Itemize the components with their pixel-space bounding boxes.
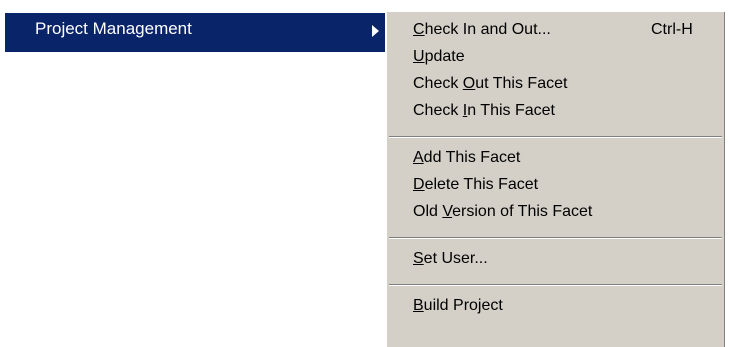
project-management-submenu: Check In and Out... Ctrl-H Update Check … (386, 11, 725, 347)
submenu-arrow-icon (372, 25, 379, 37)
menu-item-check-in-this-facet[interactable]: Check In This Facet (387, 99, 724, 126)
menu-item-delete-this-facet[interactable]: Delete This Facet (387, 173, 724, 200)
menu-item-build-project[interactable]: Build Project (387, 294, 724, 321)
menu-item-update[interactable]: Update (387, 45, 724, 72)
menu-separator (389, 284, 722, 286)
menu-item-label: Check In This Facet (413, 102, 555, 119)
menu-item-label: Delete This Facet (413, 176, 539, 193)
menu-item-shortcut: Ctrl-H (651, 21, 693, 38)
menu-separator (389, 237, 722, 239)
menu-item-label: Build Project (413, 297, 503, 314)
menu-item-check-in-and-out[interactable]: Check In and Out... Ctrl-H (387, 18, 724, 45)
menu-item-project-management[interactable]: Project Management (5, 13, 385, 52)
menu-item-add-this-facet[interactable]: Add This Facet (387, 146, 724, 173)
menu-item-label: Old Version of This Facet (413, 203, 593, 220)
menu-item-old-version-of-this-facet[interactable]: Old Version of This Facet (387, 200, 724, 227)
menu-item-label: Update (413, 48, 465, 65)
menu-item-set-user[interactable]: Set User... (387, 247, 724, 274)
menu-item-label: Set User... (413, 250, 488, 267)
menu-item-label: Check In and Out... (413, 21, 551, 38)
menu-item-check-out-this-facet[interactable]: Check Out This Facet (387, 72, 724, 99)
menu-separator (389, 136, 722, 138)
menu-item-label: Project Management (35, 19, 192, 38)
menu-item-label: Check Out This Facet (413, 75, 568, 92)
menu-item-label: Add This Facet (413, 149, 521, 166)
menu-stage: Project Management Check In and Out... C… (0, 0, 730, 347)
